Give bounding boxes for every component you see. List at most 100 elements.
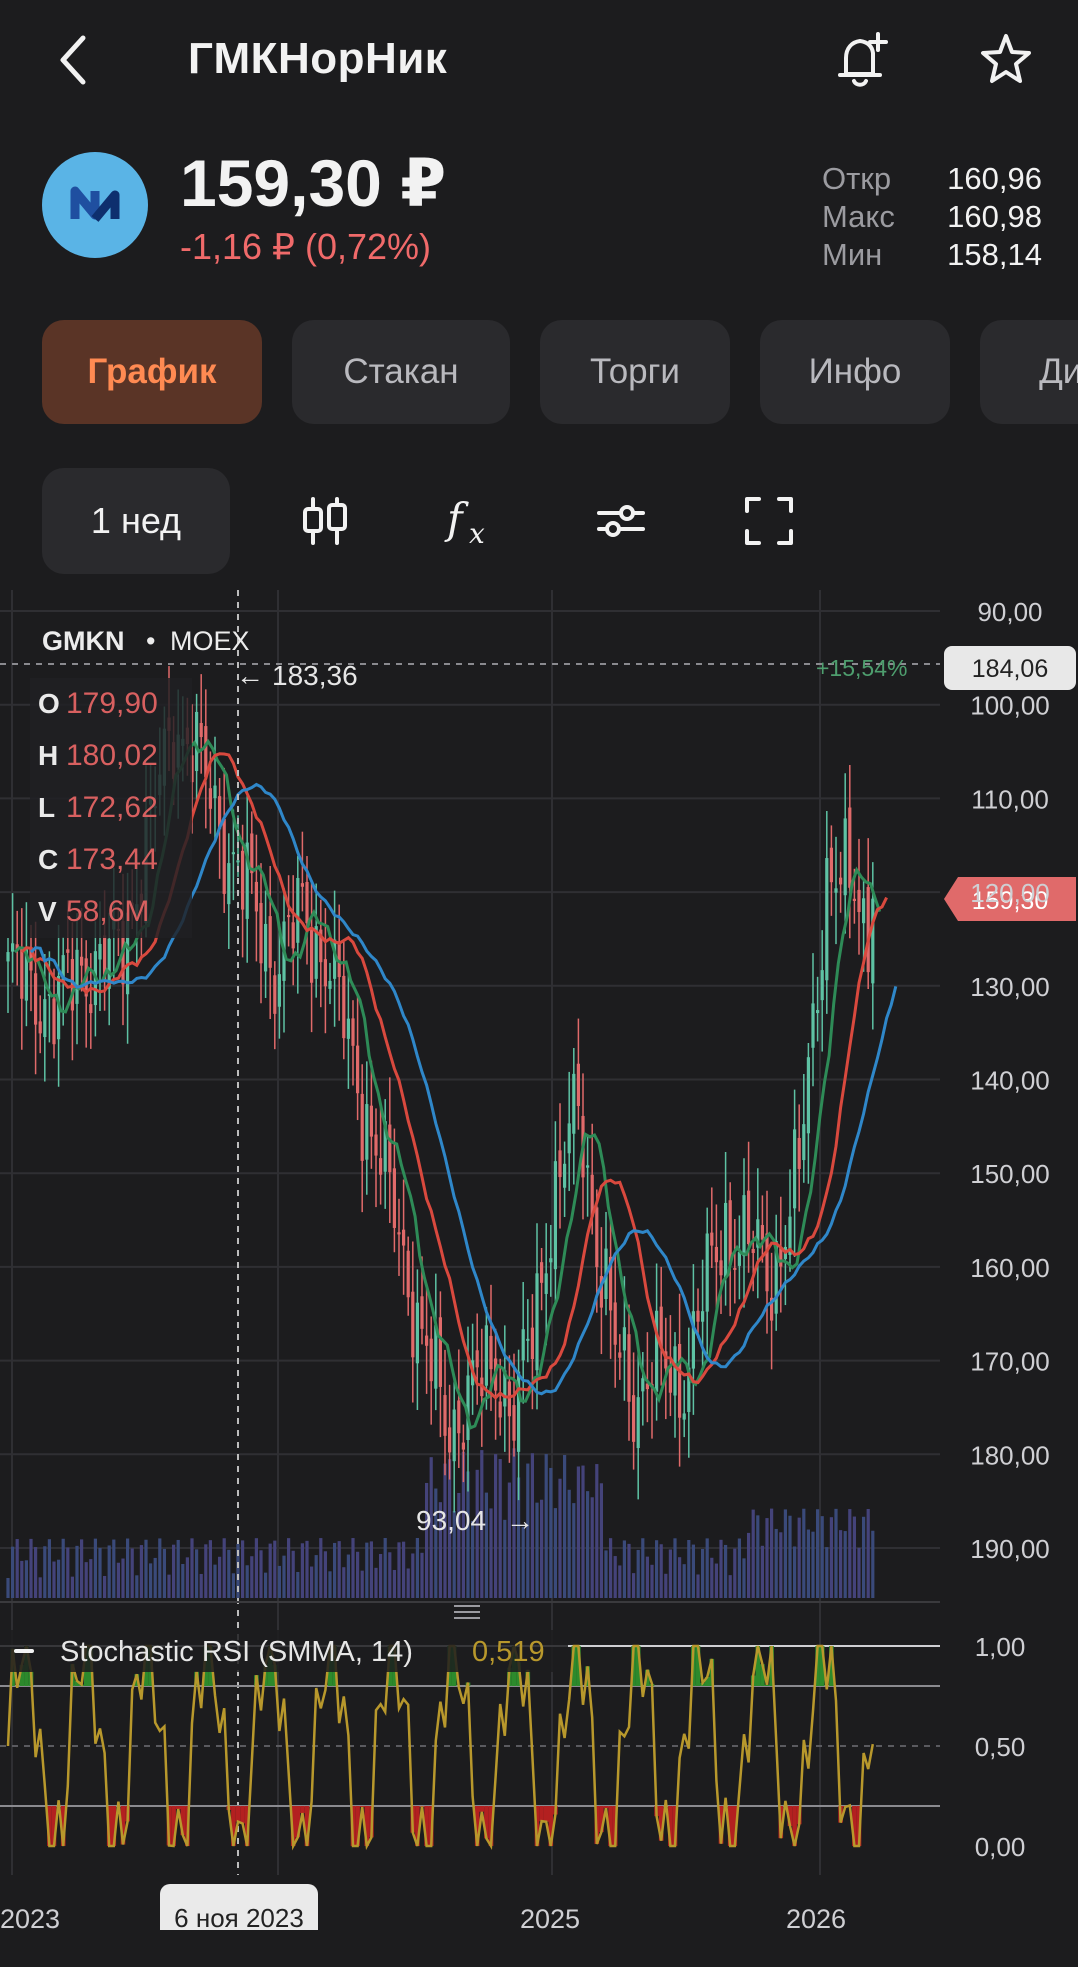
tab-info[interactable]: Инфо <box>760 320 950 424</box>
candle-body <box>43 999 47 1038</box>
volume-bar <box>544 1454 548 1598</box>
candle-body <box>195 711 199 772</box>
favorite-button[interactable] <box>976 28 1036 92</box>
volume-bar <box>406 1568 410 1598</box>
chart-type-button[interactable] <box>290 486 360 556</box>
ohlc-value: 179,90 <box>66 687 158 720</box>
volume-bar <box>204 1544 208 1598</box>
candle-body <box>420 1296 424 1329</box>
volume-bar <box>162 1548 166 1598</box>
volume-bar <box>52 1561 56 1598</box>
indicator-value: 0,519 <box>472 1636 545 1668</box>
y-tick-label: 110,00 <box>971 784 1049 814</box>
volume-bar <box>535 1502 539 1598</box>
x-label-2026: 2026 <box>786 1904 846 1930</box>
candle-body <box>296 877 300 943</box>
candle-body <box>374 1134 378 1156</box>
candle-body <box>820 970 824 1001</box>
volume-bar <box>507 1482 511 1598</box>
volume-bar <box>323 1551 327 1598</box>
fullscreen-button[interactable] <box>734 486 804 556</box>
volume-bar <box>540 1499 544 1598</box>
volume-bar <box>705 1538 709 1598</box>
volume-bar <box>139 1545 143 1598</box>
candle-body <box>843 818 847 896</box>
volume-bar <box>172 1544 176 1598</box>
candle-body <box>457 1400 461 1434</box>
volume-bar <box>277 1565 281 1598</box>
stat-high: Макс 160,98 <box>822 198 1042 236</box>
function-icon: f x <box>444 494 485 550</box>
volume-bar <box>760 1545 764 1598</box>
volume-bar <box>112 1539 116 1598</box>
volume-bar <box>779 1532 783 1598</box>
candle-body <box>305 881 309 924</box>
candle-body <box>213 785 217 799</box>
indicator-name: Stochastic RSI (SMMA, 14) <box>60 1636 413 1668</box>
ohlc-key: O <box>38 688 60 719</box>
candle-body <box>415 1302 419 1364</box>
stoch-tick-label: 0,00 <box>975 1832 1026 1862</box>
candle-body <box>719 1260 723 1276</box>
volume-bar <box>80 1539 84 1598</box>
tab-dividends[interactable]: Див <box>980 320 1078 424</box>
volume-bar <box>521 1526 525 1598</box>
candle-body <box>586 1165 590 1168</box>
tab-trades[interactable]: Торги <box>540 320 730 424</box>
volume-bar <box>103 1575 107 1598</box>
volume-bar <box>47 1539 51 1598</box>
stoch-oversold-fill <box>479 1806 485 1812</box>
volume-bar <box>793 1546 797 1598</box>
y-tick-label: 90,00 <box>977 597 1042 627</box>
candle-body <box>710 1232 714 1246</box>
volume-bar <box>218 1556 222 1598</box>
volume-bar <box>291 1550 295 1598</box>
settings-button[interactable] <box>586 486 656 556</box>
add-alert-button[interactable] <box>832 28 892 92</box>
volume-bar <box>254 1538 258 1598</box>
stoch-axis-labels: 1,00 0,50 0,00 <box>975 1632 1026 1862</box>
pane-resize-handle[interactable] <box>454 1605 480 1619</box>
ref-price-label: 184,06 <box>972 655 1048 683</box>
y-tick-label: 160,00 <box>970 1253 1050 1283</box>
tab-order-book[interactable]: Стакан <box>292 320 510 424</box>
volume-bar <box>783 1509 787 1598</box>
candle-body <box>521 1329 525 1361</box>
x-label-2023: 2023 <box>0 1904 60 1930</box>
volume-bar <box>167 1574 171 1598</box>
volume-bar <box>222 1538 226 1598</box>
candle-body <box>75 949 79 1004</box>
candle-body <box>530 1327 534 1360</box>
volume-bar <box>586 1491 590 1598</box>
candles-icon <box>303 497 347 545</box>
volume-bar <box>664 1573 668 1598</box>
volume-bar <box>296 1571 300 1598</box>
volume-bar <box>834 1508 838 1598</box>
volume-bar <box>576 1466 580 1598</box>
candle-body <box>553 1161 557 1270</box>
volume-bar <box>38 1577 42 1598</box>
candle-body <box>549 1258 553 1263</box>
volume-bar <box>11 1546 15 1598</box>
volume-bar <box>678 1557 682 1598</box>
volume-bar <box>383 1538 387 1598</box>
period-selector[interactable]: 1 нед <box>42 468 230 574</box>
volume-bar <box>622 1540 626 1598</box>
y-tick-label: 190,00 <box>970 1534 1050 1564</box>
volume-bar <box>420 1552 424 1598</box>
candle-body <box>89 1004 93 1014</box>
volume-bar <box>208 1540 212 1598</box>
tab-chart[interactable]: График <box>42 320 262 424</box>
candle-body <box>632 1395 636 1442</box>
volume-bar <box>650 1564 654 1598</box>
volume-bar <box>93 1538 97 1598</box>
volume-bar <box>351 1538 355 1598</box>
candle-body <box>199 723 203 738</box>
volume-bar <box>6 1578 10 1598</box>
candle-body <box>208 788 212 809</box>
volume-bar <box>498 1459 502 1598</box>
indicators-button[interactable]: f x <box>436 486 506 556</box>
candle-body <box>696 1310 700 1322</box>
volume-bar <box>337 1541 341 1598</box>
back-button[interactable] <box>48 28 96 92</box>
